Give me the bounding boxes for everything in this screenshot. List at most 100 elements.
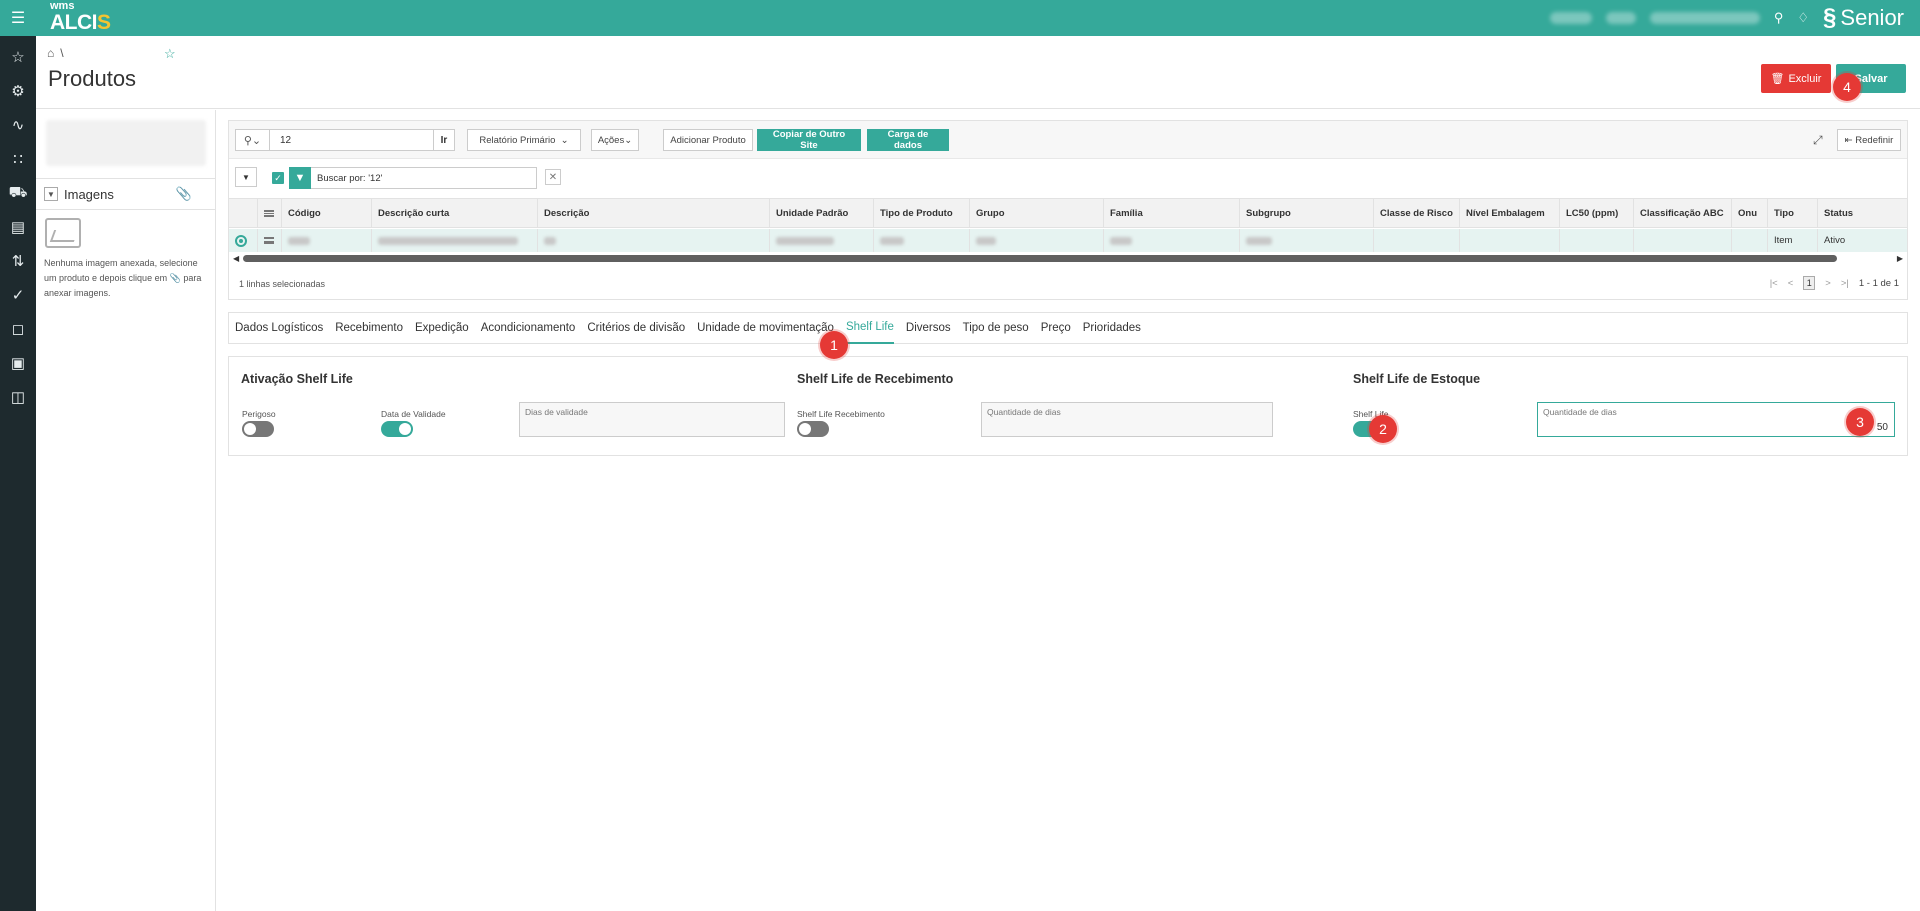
home-icon[interactable]: ⌂ — [47, 46, 54, 60]
reset-button[interactable]: ⇤ Redefinir — [1837, 129, 1901, 151]
paperclip-icon: 📎 — [169, 273, 181, 283]
column-header[interactable]: Onu — [1731, 199, 1767, 227]
copy-from-site-button[interactable]: Copiar de Outro Site — [757, 129, 861, 151]
row-menu-icon[interactable] — [257, 229, 281, 252]
column-header[interactable]: Nível Embalagem — [1459, 199, 1559, 227]
archive-icon[interactable]: ▣ — [0, 346, 36, 380]
column-header[interactable]: Subgrupo — [1239, 199, 1373, 227]
tab-expedicao[interactable]: Expedição — [415, 313, 469, 344]
column-header[interactable]: Código — [281, 199, 371, 227]
tab-tipo-peso[interactable]: Tipo de peso — [963, 313, 1029, 344]
close-icon[interactable]: ✕ — [545, 169, 561, 185]
report-dropdown[interactable]: Relatório Primário ⌄ — [467, 129, 581, 151]
go-button[interactable]: Ir — [433, 129, 455, 151]
bell-icon[interactable]: ♢ — [1797, 10, 1809, 26]
chart-icon[interactable]: ∿ — [0, 108, 36, 142]
gear-icon[interactable]: ⚙ — [0, 74, 36, 108]
shelf-life-recebimento-toggle[interactable] — [797, 421, 829, 437]
page-info: 1 - 1 de 1 — [1858, 277, 1899, 289]
blurred-user[interactable] — [1649, 12, 1760, 24]
column-header[interactable]: Tipo — [1767, 199, 1817, 227]
app-logo[interactable]: wms ALCIS — [50, 1, 111, 34]
top-bar: ☰ wms ALCIS ⚲ ♢ § Senior — [0, 0, 1920, 36]
images-section-header[interactable]: ▼ Imagens 📎 — [36, 178, 216, 210]
tab-prioridades[interactable]: Prioridades — [1083, 313, 1141, 344]
product-side-panel: ▼ Imagens 📎 Nenhuma imagem anexada, sele… — [36, 110, 216, 911]
column-header[interactable]: Unidade Padrão — [769, 199, 873, 227]
next-page-icon[interactable]: > — [1825, 278, 1831, 289]
row-status: Ativo — [1817, 229, 1907, 252]
page-number[interactable]: 1 — [1803, 276, 1816, 290]
detail-tabs: Dados Logísticos Recebimento Expedição A… — [228, 312, 1908, 344]
horizontal-scrollbar[interactable]: ◀ ▶ — [233, 254, 1903, 263]
column-menu-icon[interactable] — [257, 199, 281, 227]
collapse-icon[interactable]: ▼ — [44, 187, 58, 201]
checklist-icon[interactable]: ✓ — [0, 278, 36, 312]
star-icon[interactable]: ☆ — [0, 40, 36, 74]
tab-shelf-life[interactable]: Shelf Life — [845, 313, 894, 344]
breadcrumb: ⌂ \ ☆ — [47, 46, 176, 61]
tab-dados-logisticos[interactable]: Dados Logísticos — [235, 313, 323, 344]
page-title: Produtos — [48, 66, 137, 91]
prev-page-icon[interactable]: < — [1788, 278, 1794, 289]
funnel-icon[interactable]: ▼ — [289, 167, 311, 189]
tab-acondicionamento[interactable]: Acondicionamento — [481, 313, 576, 344]
step-badge: 2 — [1369, 415, 1397, 443]
grid-icon[interactable]: ∷ — [0, 142, 36, 176]
search-icon[interactable]: ⚲ — [1774, 10, 1784, 26]
tab-preco[interactable]: Preço — [1041, 313, 1071, 344]
scrollbar-thumb[interactable] — [243, 255, 1837, 262]
column-header[interactable]: Classificação ABC — [1633, 199, 1731, 227]
tab-recebimento[interactable]: Recebimento — [335, 313, 403, 344]
tab-criterios-divisao[interactable]: Critérios de divisão — [587, 313, 685, 344]
scroll-left-icon[interactable]: ◀ — [233, 254, 239, 263]
last-page-icon[interactable]: >| — [1841, 278, 1849, 289]
row-radio[interactable] — [229, 229, 257, 252]
section-title: Shelf Life de Recebimento — [797, 372, 954, 386]
column-header[interactable]: Status — [1817, 199, 1907, 227]
column-header[interactable]: Descrição curta — [371, 199, 537, 227]
column-header[interactable]: LC50 (ppm) — [1559, 199, 1633, 227]
load-data-button[interactable]: Carga de dados — [867, 129, 949, 151]
favorite-star-icon[interactable]: ☆ — [164, 46, 176, 62]
tab-diversos[interactable]: Diversos — [906, 313, 951, 344]
search-input[interactable]: ⚲⌄ 12 — [235, 129, 435, 151]
filter-chip[interactable]: Buscar por: '12' — [311, 167, 537, 189]
senior-mark-icon: § — [1823, 4, 1837, 31]
column-header[interactable]: Classe de Risco — [1373, 199, 1459, 227]
tab-unidade-movimentacao[interactable]: Unidade de movimentação — [697, 313, 834, 344]
column-header[interactable]: Grupo — [969, 199, 1103, 227]
actions-dropdown[interactable]: Ações ⌄ — [591, 129, 639, 151]
step-badge: 3 — [1846, 408, 1874, 436]
menu-icon[interactable]: ☰ — [0, 0, 36, 36]
row-tipo: Item — [1767, 229, 1817, 252]
data-validade-toggle[interactable] — [381, 421, 413, 437]
truck-icon[interactable]: ⛟ — [0, 176, 36, 210]
exchange-icon[interactable]: ⇅ — [0, 244, 36, 278]
filter-dropdown-icon[interactable]: ▼ — [235, 167, 257, 187]
dias-validade-field[interactable]: Dias de validade — [519, 402, 785, 437]
grid-footer: 1 linhas selecionadas |< < 1 > >| 1 - 1 … — [229, 269, 1907, 299]
delete-button[interactable]: 🗑 Excluir — [1761, 64, 1831, 93]
section-title: Ativação Shelf Life — [241, 372, 353, 386]
lock-icon[interactable]: ◻ — [0, 312, 36, 346]
paperclip-icon[interactable]: 📎 — [176, 186, 192, 202]
add-product-button[interactable]: Adicionar Produto — [663, 129, 753, 151]
scroll-right-icon[interactable]: ▶ — [1897, 254, 1903, 263]
column-header[interactable]: Descrição — [537, 199, 769, 227]
first-page-icon[interactable]: |< — [1770, 278, 1778, 289]
filter-enabled-checkbox[interactable]: ✓ — [272, 172, 284, 184]
perigoso-toggle[interactable] — [242, 421, 274, 437]
table-row[interactable]: Item Ativo — [229, 229, 1907, 252]
estoque-qty-field[interactable]: Quantidade de dias 50 — [1537, 402, 1895, 437]
column-header[interactable]: Tipo de Produto — [873, 199, 969, 227]
brand-logo: § Senior — [1823, 4, 1904, 31]
column-header[interactable]: Família — [1103, 199, 1239, 227]
pagination: |< < 1 > >| 1 - 1 de 1 — [1770, 276, 1899, 290]
recebimento-qty-field[interactable]: Quantidade de dias — [981, 402, 1273, 437]
search-icon[interactable]: ⚲⌄ — [236, 130, 270, 150]
expand-icon[interactable]: ⤢ — [1813, 129, 1823, 151]
grid-header-row: Código Descrição curta Descrição Unidade… — [229, 198, 1907, 228]
pallet-icon[interactable]: ▤ — [0, 210, 36, 244]
briefcase-icon[interactable]: ◫ — [0, 380, 36, 414]
